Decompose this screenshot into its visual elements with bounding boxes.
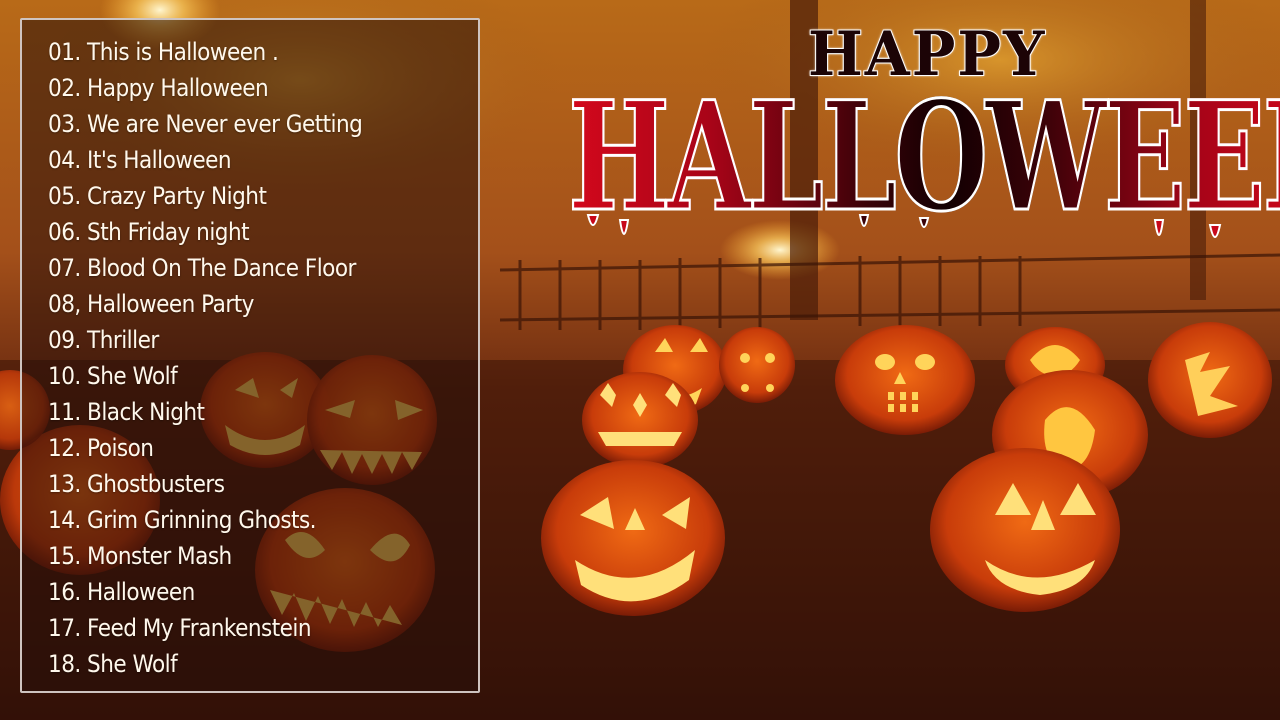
track-item[interactable]: 16. Halloween [48, 574, 435, 610]
track-item[interactable]: 11. Black Night [48, 394, 435, 430]
pumpkin [930, 448, 1120, 612]
pumpkin [1148, 322, 1272, 438]
track-item[interactable]: 12. Poison [48, 430, 435, 466]
track-item[interactable]: 01. This is Halloween . [48, 34, 435, 70]
title-block: HAPPY HALLOWEEN [560, 10, 1280, 260]
track-item[interactable]: 15. Monster Mash [48, 538, 435, 574]
pumpkin [719, 327, 795, 403]
track-item[interactable]: 07. Blood On The Dance Floor [48, 250, 435, 286]
pumpkin [541, 460, 725, 616]
pumpkin [835, 325, 975, 435]
track-item[interactable]: 05. Crazy Party Night [48, 178, 435, 214]
pumpkin [582, 372, 698, 468]
track-item[interactable]: 18. She Wolf [48, 646, 435, 682]
track-item[interactable]: 03. We are Never ever Getting [48, 106, 435, 142]
track-item[interactable]: 08, Halloween Party [48, 286, 435, 322]
track-item[interactable]: 06. Sth Friday night [48, 214, 435, 250]
track-item[interactable]: 02. Happy Halloween [48, 70, 435, 106]
track-item[interactable]: 14. Grim Grinning Ghosts. [48, 502, 435, 538]
track-item[interactable]: 17. Feed My Frankenstein [48, 610, 435, 646]
playlist-panel: 01. This is Halloween . 02. Happy Hallow… [20, 18, 480, 693]
track-item[interactable]: 04. It's Halloween [48, 142, 435, 178]
track-item[interactable]: 09. Thriller [48, 322, 435, 358]
track-item[interactable]: 10. She Wolf [48, 358, 435, 394]
blood-drips-decoration [586, 214, 1222, 238]
track-item[interactable]: 13. Ghostbusters [48, 466, 435, 502]
